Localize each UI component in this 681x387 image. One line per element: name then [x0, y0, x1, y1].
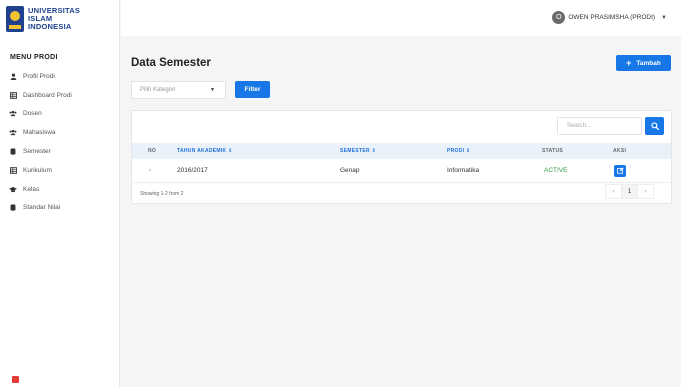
- user-menu[interactable]: O OWEN PRASIMSHA (PRODI) ▼: [552, 11, 667, 24]
- graduation-cap-icon: [9, 185, 17, 193]
- sidebar-item-kelas[interactable]: Kelas: [0, 180, 120, 199]
- menu-title: MENU PRODI: [10, 54, 58, 61]
- row-aksi: [614, 159, 626, 182]
- sidebar-item-label: Profil Prodi: [23, 72, 55, 80]
- search-input[interactable]: Search...: [557, 117, 642, 135]
- sidebar-item-label: Semester: [23, 148, 51, 156]
- topbar: O OWEN PRASIMSHA (PRODI) ▼: [121, 0, 681, 36]
- sidebar-item-label: Dashboard Prodi: [23, 91, 72, 99]
- add-button[interactable]: + Tambah: [616, 55, 671, 71]
- pagination-info: Showing 1-2 from 2: [140, 191, 184, 197]
- app-badge-icon[interactable]: [12, 376, 19, 383]
- pagination: ‹ 1 ›: [605, 184, 654, 199]
- plus-icon: +: [626, 58, 632, 68]
- sidebar-item-standar-nilai[interactable]: Standar Nilai: [0, 199, 120, 218]
- sidebar-item-label: Kurikulum: [23, 166, 52, 174]
- search-placeholder: Search...: [567, 123, 592, 129]
- user-name: OWEN PRASIMSHA (PRODI): [568, 14, 656, 21]
- university-logo[interactable]: UNIVERSITAS ISLAM INDONESIA: [6, 6, 80, 32]
- sidebar-item-label: Kelas: [23, 185, 40, 193]
- caret-down-icon: ▼: [210, 87, 215, 93]
- sidebar: UNIVERSITAS ISLAM INDONESIA MENU PRODI P…: [0, 0, 120, 387]
- col-prodi[interactable]: PRODI ⇕: [447, 143, 471, 159]
- sidebar-item-dashboard-prodi[interactable]: Dashboard Prodi: [0, 86, 120, 105]
- col-tahun-akademik[interactable]: TAHUN AKADEMIK ⇕: [177, 143, 233, 159]
- search-button[interactable]: [645, 117, 664, 135]
- users-icon: [9, 129, 17, 137]
- row-no: ‹: [149, 167, 152, 174]
- col-no: NO: [148, 148, 157, 154]
- search-icon: [650, 122, 659, 130]
- database-icon: [9, 204, 17, 212]
- user-icon: [9, 72, 17, 80]
- col-aksi: AKSI: [613, 148, 627, 154]
- page-title: Data Semester: [131, 57, 211, 69]
- row-tahun-akademik: 2016/2017: [177, 167, 208, 174]
- row-prodi: Informatika: [447, 167, 480, 174]
- sidebar-item-label: Standar Nilai: [23, 204, 61, 212]
- logo-text: UNIVERSITAS ISLAM INDONESIA: [28, 7, 80, 31]
- sidebar-menu: Profil Prodi Dashboard Prodi Dosen Mahas…: [0, 67, 120, 217]
- pagination-next-button[interactable]: ›: [637, 184, 654, 199]
- filter-button[interactable]: Filter: [235, 81, 270, 98]
- pagination-page-1[interactable]: 1: [621, 184, 638, 199]
- database-icon: [9, 148, 17, 156]
- table-icon: [9, 166, 17, 174]
- sidebar-item-profil-prodi[interactable]: Profil Prodi: [0, 67, 120, 86]
- sidebar-item-semester[interactable]: Semester: [0, 142, 120, 161]
- row-semester: Genap: [340, 167, 360, 174]
- add-button-label: Tambah: [636, 59, 661, 67]
- table-header: NO TAHUN AKADEMIK ⇕ SEMESTER ⇕ PRODI ⇕ S…: [132, 143, 671, 159]
- sidebar-item-kurikulum[interactable]: Kurikulum: [0, 161, 120, 180]
- table-icon: [9, 91, 17, 99]
- logo-line-3: INDONESIA: [28, 22, 72, 31]
- table-row: ‹ 2016/2017 Genap Informatika ACTIVE: [132, 159, 671, 183]
- semester-table-card: Search... NO TAHUN AKADEMIK ⇕ SEMESTER ⇕…: [131, 110, 672, 204]
- sidebar-item-mahasiswa[interactable]: Mahasiswa: [0, 123, 120, 142]
- users-icon: [9, 110, 17, 118]
- status-badge: ACTIVE: [544, 167, 568, 174]
- university-emblem-icon: [6, 6, 24, 32]
- pagination-prev-button[interactable]: ‹: [605, 184, 622, 199]
- kategori-placeholder: Pilih Kategori: [140, 87, 176, 93]
- caret-down-icon: ▼: [661, 14, 667, 21]
- sidebar-item-label: Dosen: [23, 110, 42, 118]
- edit-button[interactable]: [614, 164, 626, 177]
- col-semester[interactable]: SEMESTER ⇕: [340, 143, 376, 159]
- edit-icon: [616, 167, 624, 174]
- kategori-select[interactable]: Pilih Kategori ▼: [131, 81, 226, 99]
- avatar: O: [552, 11, 566, 24]
- sidebar-item-label: Mahasiswa: [23, 129, 56, 137]
- sidebar-item-dosen[interactable]: Dosen: [0, 105, 120, 124]
- col-status: STATUS: [542, 148, 564, 154]
